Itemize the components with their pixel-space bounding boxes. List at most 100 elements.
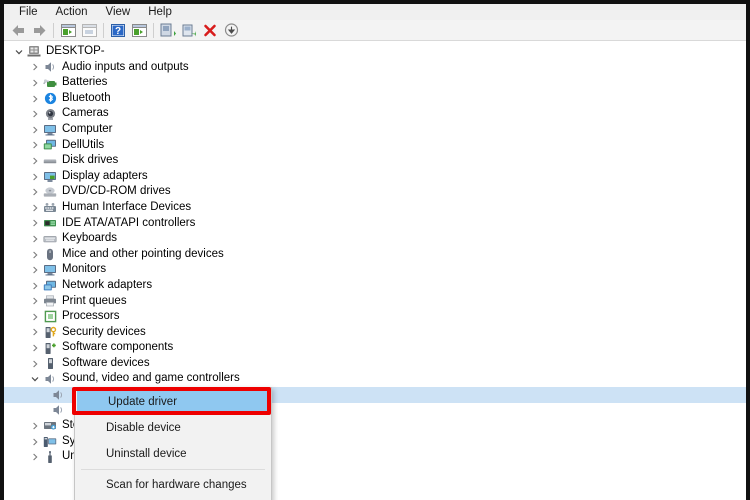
- tree-item-batteries[interactable]: Batteries: [4, 75, 746, 91]
- context-menu[interactable]: Update driver Disable device Uninstall d…: [74, 387, 272, 500]
- monitor-icon: [42, 122, 58, 137]
- chevron-right-icon[interactable]: [28, 216, 42, 231]
- tree-item-dellutils[interactable]: DellUtils: [4, 138, 746, 154]
- svg-text:?: ?: [115, 26, 121, 37]
- tree-item-label: Mice and other pointing devices: [62, 247, 224, 260]
- tree-item-label: Bluetooth: [62, 91, 111, 104]
- speaker-icon: [50, 387, 66, 402]
- tree-item-label: Processors: [62, 310, 120, 323]
- context-menu-item-scan-for-hardware-changes[interactable]: Scan for hardware changes: [75, 472, 271, 498]
- menubar-item-action[interactable]: Action: [47, 4, 97, 20]
- menubar-item-view[interactable]: View: [97, 4, 140, 20]
- chevron-right-icon[interactable]: [28, 91, 42, 106]
- toolbar-separator: [153, 22, 154, 38]
- chevron-right-icon[interactable]: [28, 231, 42, 246]
- tree-item-audio-inputs-and-outputs[interactable]: Audio inputs and outputs: [4, 60, 746, 76]
- tree-item-label: Print queues: [62, 294, 127, 307]
- hid-icon: [42, 200, 58, 215]
- disable-device-icon[interactable]: [221, 21, 241, 39]
- menubar-item-file[interactable]: File: [10, 4, 47, 20]
- tree-item-label: Display adapters: [62, 169, 148, 182]
- tree-item-processors[interactable]: Processors: [4, 309, 746, 325]
- forward-arrow-icon[interactable]: [29, 21, 49, 39]
- keyboard-icon: [42, 231, 58, 246]
- security-device-icon: [42, 325, 58, 340]
- back-arrow-icon[interactable]: [8, 21, 28, 39]
- computer-root-icon: [26, 44, 42, 59]
- chevron-down-icon[interactable]: [12, 44, 26, 59]
- menubar-item-help[interactable]: Help: [139, 4, 181, 20]
- tree-item-cameras[interactable]: Cameras: [4, 106, 746, 122]
- tree-item-print-queues[interactable]: Print queues: [4, 294, 746, 310]
- speaker-icon: [42, 60, 58, 75]
- show-hide-action-pane-icon[interactable]: [129, 21, 149, 39]
- chevron-right-icon[interactable]: [28, 169, 42, 184]
- chevron-right-icon[interactable]: [28, 122, 42, 137]
- context-menu-item-uninstall-device[interactable]: Uninstall device: [75, 441, 271, 467]
- chevron-right-icon[interactable]: [28, 434, 42, 449]
- screenshot-root: File Action View Help ? DESKTOP- Audio i…: [0, 0, 750, 500]
- tree-item-label: Network adapters: [62, 278, 153, 291]
- optical-drive-icon: [42, 185, 58, 200]
- show-hide-console-tree-icon[interactable]: [58, 21, 78, 39]
- tree-item-computer[interactable]: Computer: [4, 122, 746, 138]
- network-adapter-icon: [42, 278, 58, 293]
- tree-item-label: Security devices: [62, 325, 146, 338]
- chevron-down-icon[interactable]: [28, 372, 42, 387]
- chevron-right-icon[interactable]: [28, 356, 42, 371]
- chevron-right-icon[interactable]: [28, 325, 42, 340]
- monitor-icon: [42, 263, 58, 278]
- chevron-right-icon[interactable]: [28, 247, 42, 262]
- chevron-right-icon[interactable]: [28, 450, 42, 465]
- help-icon[interactable]: ?: [108, 21, 128, 39]
- context-menu-separator: [81, 469, 265, 470]
- tree-item-label: Software components: [62, 341, 174, 354]
- tree-item-bluetooth[interactable]: Bluetooth: [4, 91, 746, 107]
- context-menu-item-update-driver[interactable]: Update driver: [77, 390, 269, 414]
- chevron-right-icon[interactable]: [28, 153, 42, 168]
- tree-item-label: Sound, video and game controllers: [62, 372, 240, 385]
- tree-item-monitors[interactable]: Monitors: [4, 262, 746, 278]
- chevron-right-icon[interactable]: [28, 107, 42, 122]
- chevron-right-icon[interactable]: [28, 419, 42, 434]
- uninstall-device-icon[interactable]: [200, 21, 220, 39]
- tree-item-network-adapters[interactable]: Network adapters: [4, 278, 746, 294]
- storage-controller-icon: [42, 419, 58, 434]
- printer-icon: [42, 294, 58, 309]
- tree-item-label: Batteries: [62, 76, 108, 89]
- tree-item-label: Cameras: [62, 107, 109, 120]
- camera-icon: [42, 107, 58, 122]
- scan-for-hardware-changes-icon[interactable]: [158, 21, 178, 39]
- chevron-right-icon[interactable]: [28, 200, 42, 215]
- chevron-right-icon[interactable]: [28, 138, 42, 153]
- tree-item-human-interface-devices[interactable]: Human Interface Devices: [4, 200, 746, 216]
- chevron-right-icon[interactable]: [28, 263, 42, 278]
- chevron-right-icon[interactable]: [28, 60, 42, 75]
- tree-item-ide-ata-atapi-controllers[interactable]: IDE ATA/ATAPI controllers: [4, 216, 746, 232]
- mouse-icon: [42, 247, 58, 262]
- tree-item-disk-drives[interactable]: Disk drives: [4, 153, 746, 169]
- tree-item-sound-video-and-game-controllers[interactable]: Sound, video and game controllers: [4, 371, 746, 387]
- context-menu-item-disable-device[interactable]: Disable device: [75, 415, 271, 441]
- tree-item-display-adapters[interactable]: Display adapters: [4, 169, 746, 185]
- tree-item-keyboards[interactable]: Keyboards: [4, 231, 746, 247]
- tree-item-dvd-cd-rom-drives[interactable]: DVD/CD-ROM drives: [4, 184, 746, 200]
- chevron-right-icon[interactable]: [28, 294, 42, 309]
- chevron-right-icon[interactable]: [28, 75, 42, 90]
- tree-item-label: Software devices: [62, 356, 150, 369]
- tree-item-mice-and-other-pointing-devices[interactable]: Mice and other pointing devices: [4, 247, 746, 263]
- update-driver-icon[interactable]: [179, 21, 199, 39]
- chevron-right-icon[interactable]: [28, 309, 42, 324]
- tree-root-desktop[interactable]: DESKTOP-: [4, 44, 746, 60]
- tree-item-label: DellUtils: [62, 138, 105, 151]
- usb-controller-icon: [42, 450, 58, 465]
- tree-item-label: Monitors: [62, 263, 107, 276]
- chevron-right-icon[interactable]: [28, 278, 42, 293]
- chevron-right-icon[interactable]: [28, 185, 42, 200]
- tree-item-software-devices[interactable]: Software devices: [4, 356, 746, 372]
- chevron-right-icon[interactable]: [28, 341, 42, 356]
- tree-item-software-components[interactable]: Software components: [4, 340, 746, 356]
- ide-controller-icon: [42, 216, 58, 231]
- properties-icon[interactable]: [79, 21, 99, 39]
- tree-item-security-devices[interactable]: Security devices: [4, 325, 746, 341]
